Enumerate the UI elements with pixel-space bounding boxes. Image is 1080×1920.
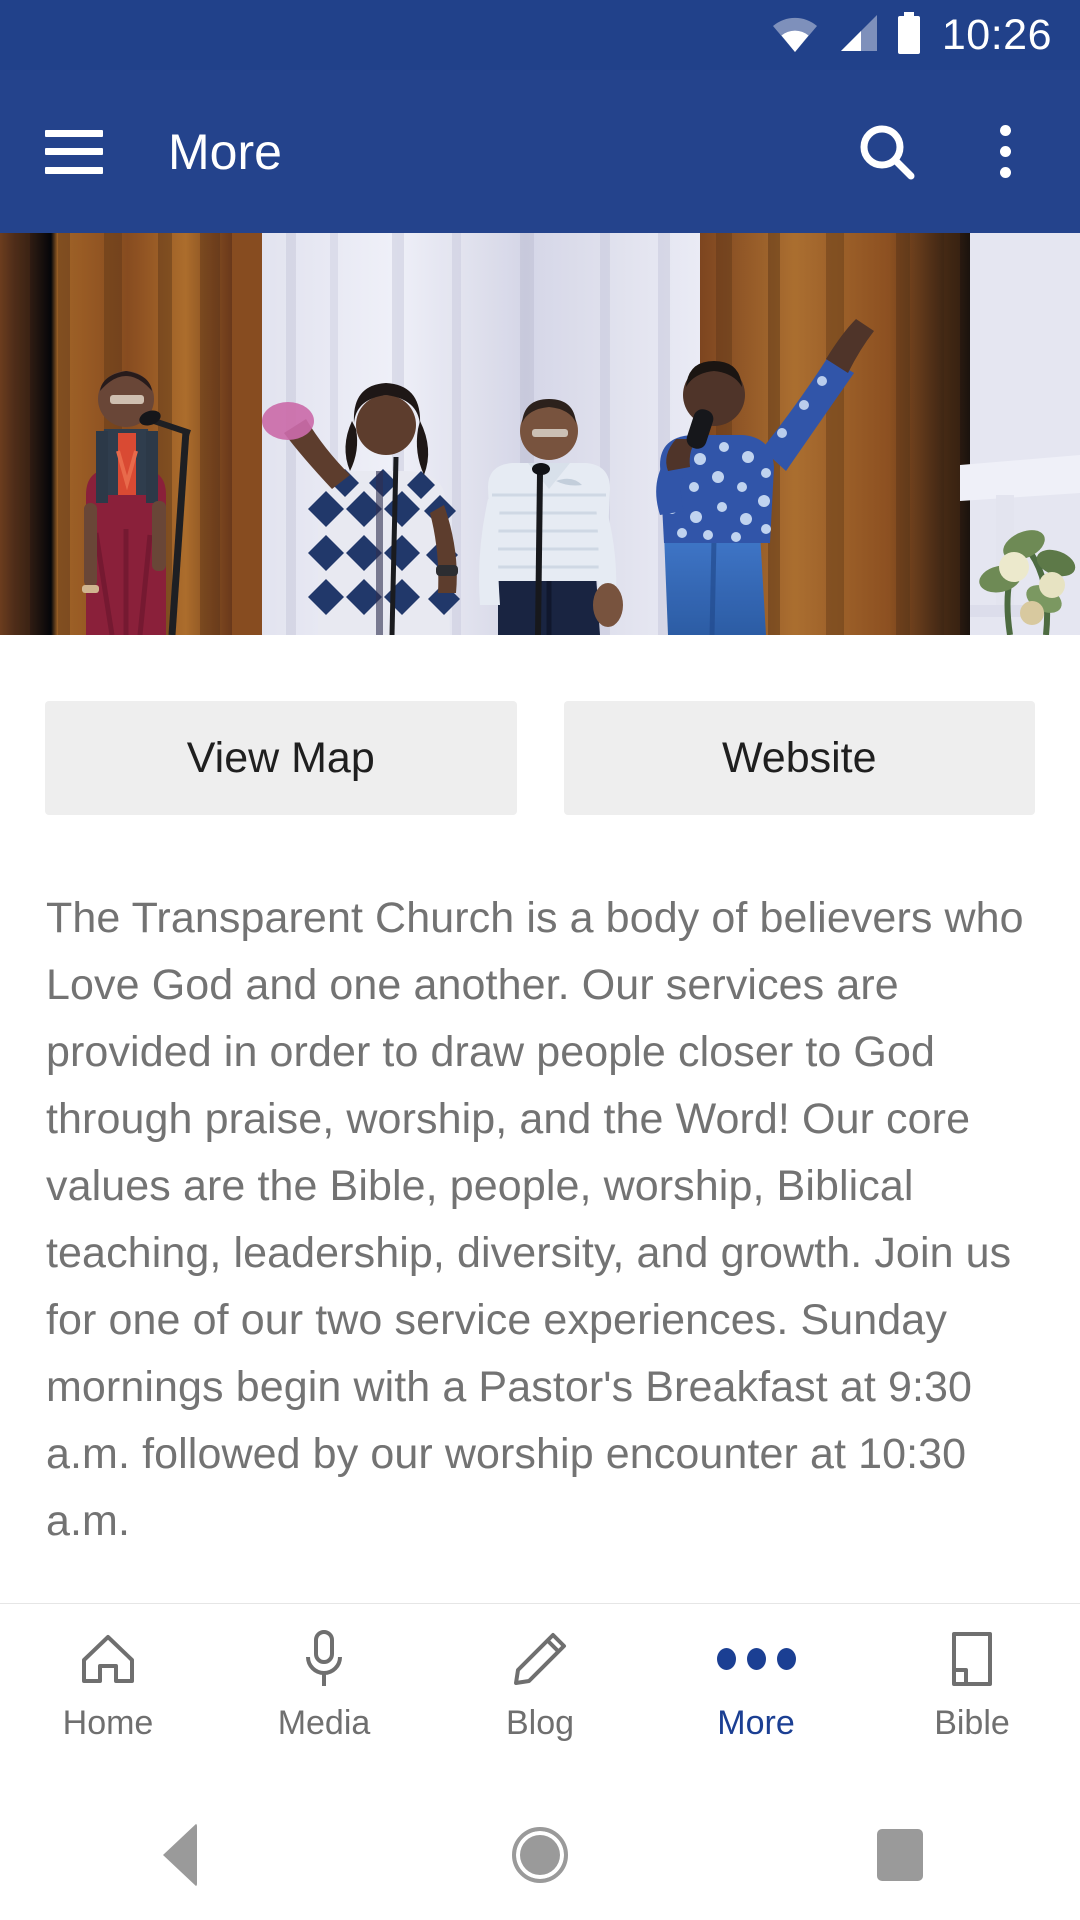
system-back-button[interactable]	[0, 1823, 360, 1887]
nav-label-media: Media	[277, 1704, 371, 1742]
action-button-row: View Map Website	[0, 635, 1080, 815]
recents-square-icon	[877, 1829, 923, 1881]
hamburger-menu-icon[interactable]	[45, 129, 103, 174]
about-description: The Transparent Church is a body of beli…	[46, 894, 1024, 1545]
dots-icon	[716, 1628, 796, 1690]
nav-label-more: More	[717, 1704, 795, 1742]
system-recents-button[interactable]	[720, 1829, 1080, 1881]
cell-signal-icon	[836, 14, 878, 57]
nav-label-blog: Blog	[505, 1704, 575, 1742]
home-icon	[79, 1628, 137, 1690]
phone-screen: 10:26 More View Map Website The Transpar…	[0, 0, 1080, 1920]
microphone-icon	[301, 1628, 347, 1690]
app-bar-actions	[852, 117, 1040, 187]
nav-item-more[interactable]: More	[648, 1628, 864, 1740]
wifi-icon	[772, 14, 818, 57]
hero-image	[0, 233, 1080, 635]
status-icon-group	[772, 11, 922, 59]
page-title: More	[168, 123, 282, 180]
status-clock: 10:26	[941, 10, 1052, 59]
view-map-button[interactable]: View Map	[45, 701, 517, 815]
system-home-button[interactable]	[360, 1827, 720, 1883]
app-bar: More	[0, 70, 1080, 233]
bottom-navigation-bar: Home Media Blog More Bible	[0, 1603, 1080, 1790]
system-navigation-bar	[0, 1790, 1080, 1920]
website-button[interactable]: Website	[563, 701, 1035, 815]
nav-item-media[interactable]: Media	[216, 1628, 432, 1740]
status-bar: 10:26	[0, 0, 1080, 70]
search-icon[interactable]	[852, 117, 922, 187]
content-scroll-area[interactable]: View Map Website The Transparent Church …	[0, 635, 1080, 1603]
battery-icon	[896, 11, 922, 59]
nav-label-home: Home	[62, 1704, 154, 1742]
nav-item-bible[interactable]: Bible	[864, 1628, 1080, 1740]
hero-illustration	[0, 233, 1080, 635]
home-circle-icon	[512, 1827, 568, 1883]
nav-label-bible: Bible	[934, 1704, 1010, 1742]
pencil-icon	[511, 1628, 569, 1690]
book-icon	[946, 1628, 998, 1690]
back-triangle-icon	[163, 1823, 197, 1887]
nav-item-blog[interactable]: Blog	[432, 1628, 648, 1740]
nav-item-home[interactable]: Home	[0, 1628, 216, 1740]
more-vert-icon[interactable]	[970, 117, 1040, 187]
